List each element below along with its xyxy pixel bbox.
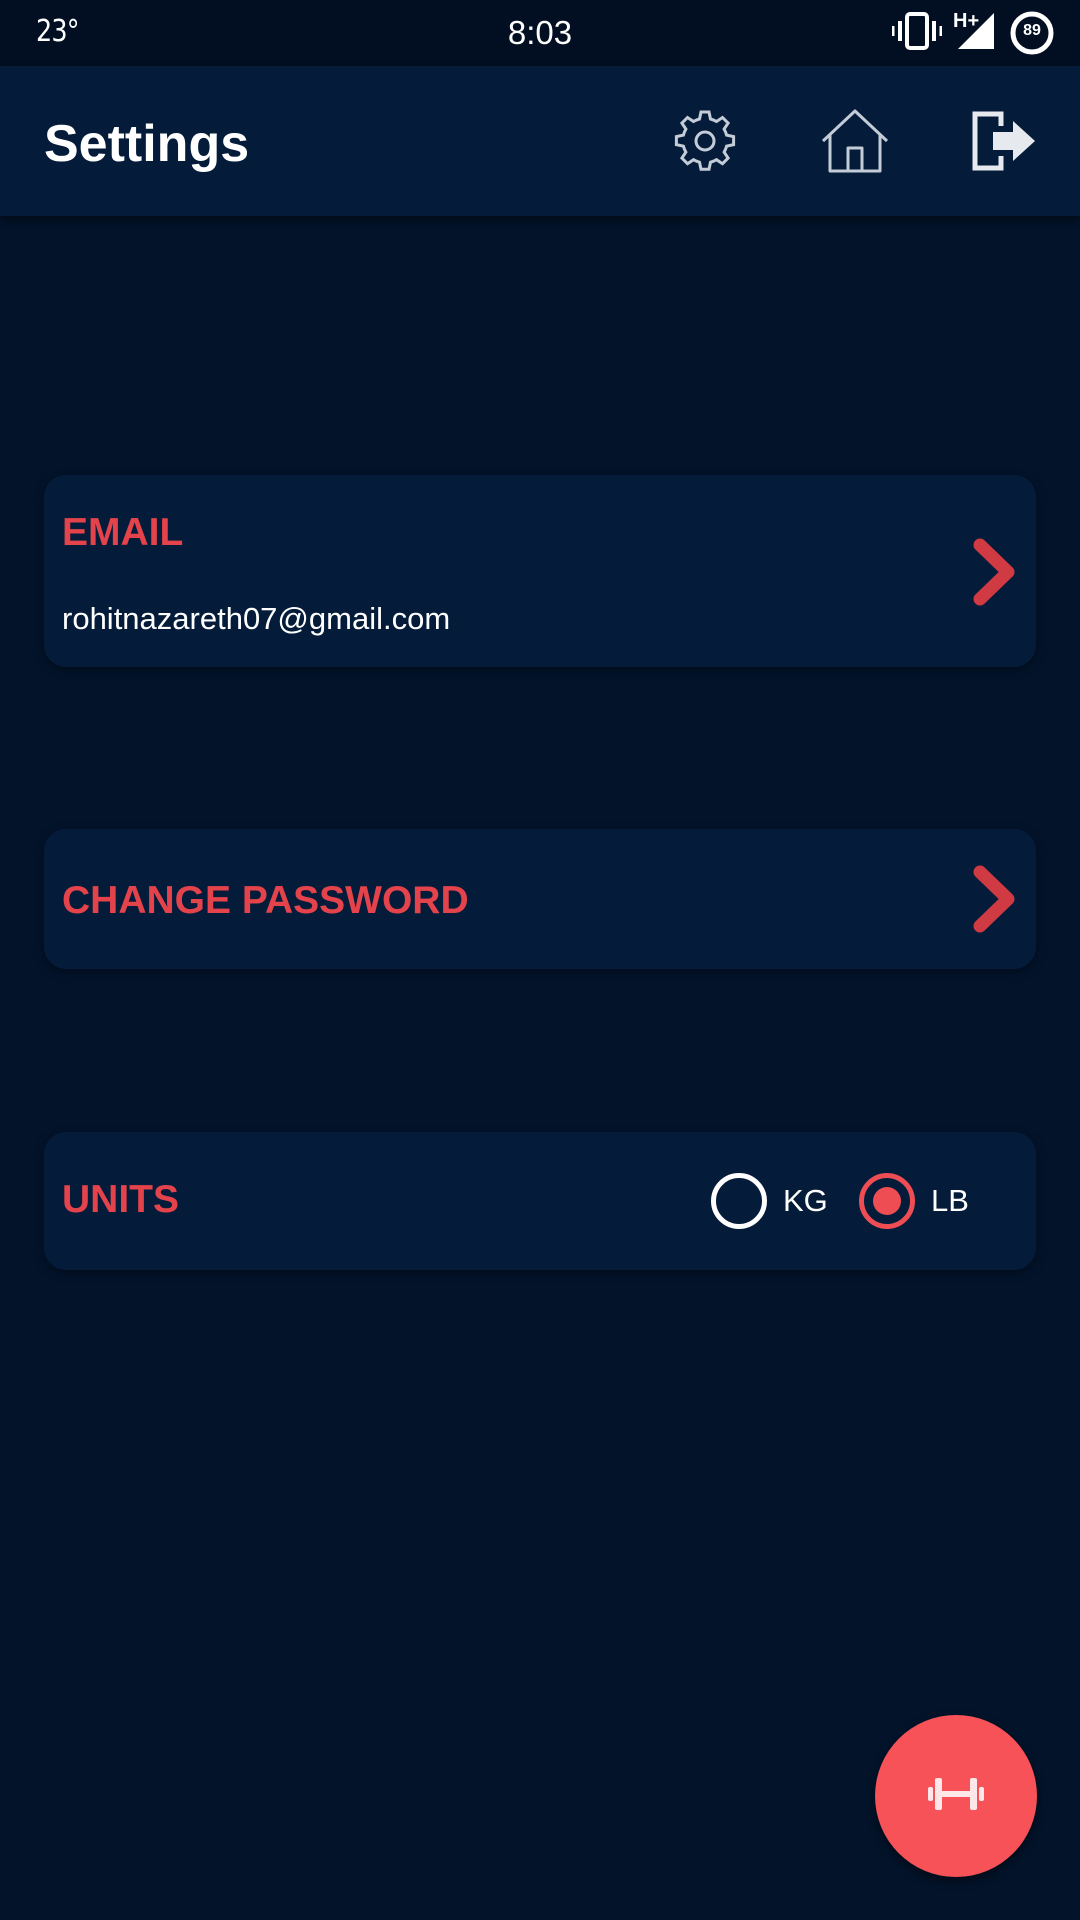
workout-fab[interactable] — [875, 1715, 1037, 1877]
app-bar: Settings — [0, 66, 1080, 216]
settings-button[interactable] — [665, 103, 745, 183]
radio-kg-label: KG — [783, 1183, 828, 1218]
page-title: Settings — [44, 115, 250, 173]
gear-icon — [672, 108, 738, 179]
home-button[interactable] — [815, 103, 895, 183]
vibrate-icon — [891, 11, 943, 56]
logout-button[interactable] — [964, 103, 1044, 183]
radio-lb[interactable] — [859, 1173, 915, 1229]
status-bar: 23° 8:03 H+ 89 — [0, 0, 1080, 66]
email-card[interactable]: EMAIL rohitnazareth07@gmail.com — [44, 475, 1036, 667]
home-icon — [820, 108, 890, 179]
email-title: EMAIL — [62, 511, 184, 554]
unit-option-lb[interactable]: LB — [859, 1173, 969, 1229]
settings-screen: 23° 8:03 H+ 89 Settings EMAIL rohitnazar… — [0, 0, 1080, 1920]
units-card: UNITS KG LB — [44, 1132, 1036, 1270]
radio-lb-label: LB — [931, 1183, 969, 1218]
dumbbell-icon — [926, 1774, 986, 1819]
battery-icon: 89 — [1010, 11, 1054, 55]
chevron-right-icon — [970, 864, 1018, 934]
battery-level: 89 — [1023, 22, 1041, 39]
chevron-right-icon — [970, 537, 1018, 607]
signal-icon — [956, 11, 996, 56]
radio-kg[interactable] — [711, 1173, 767, 1229]
units-title: UNITS — [62, 1178, 179, 1221]
email-value: rohitnazareth07@gmail.com — [62, 601, 451, 636]
change-password-title: CHANGE PASSWORD — [62, 879, 469, 922]
status-icons: 89 — [891, 10, 1054, 56]
unit-option-kg[interactable]: KG — [711, 1173, 828, 1229]
change-password-card[interactable]: CHANGE PASSWORD — [44, 829, 1036, 969]
logout-icon — [969, 110, 1039, 177]
